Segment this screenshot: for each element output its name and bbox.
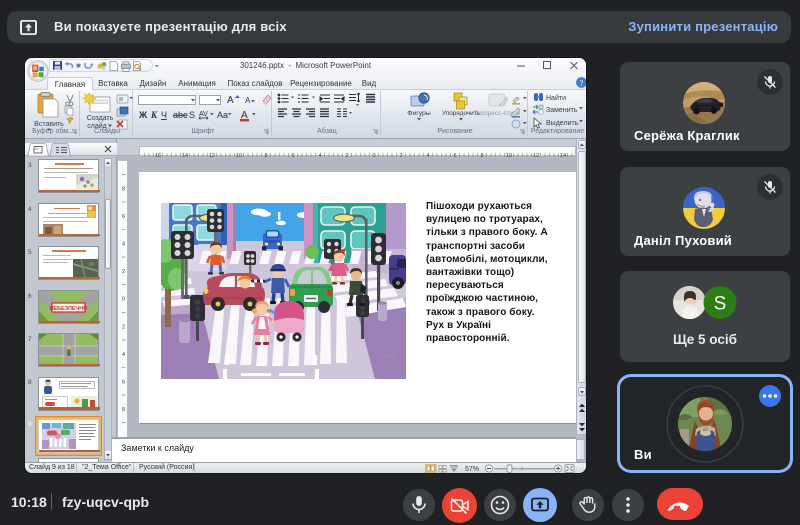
svg-text:Создать: Создать xyxy=(87,115,114,122)
svg-text:К: К xyxy=(150,110,158,120)
svg-text:6: 6 xyxy=(122,214,125,220)
svg-text:Заменить: Заменить xyxy=(546,107,578,114)
svg-text:8: 8 xyxy=(264,153,267,159)
svg-text:4: 4 xyxy=(318,153,321,159)
svg-text:8: 8 xyxy=(122,186,125,192)
svg-text:0: 0 xyxy=(122,297,125,303)
svg-text:A: A xyxy=(227,95,234,106)
svg-text:НЕБЕЗПЕЧНО: НЕБЕЗПЕЧНО xyxy=(50,306,88,312)
svg-text:Aa: Aa xyxy=(217,110,228,120)
svg-text:6: 6 xyxy=(122,380,125,386)
svg-text:2: 2 xyxy=(122,269,125,275)
svg-text:16: 16 xyxy=(155,153,161,159)
svg-text:2: 2 xyxy=(345,153,348,159)
svg-text:4: 4 xyxy=(122,352,125,358)
svg-text:6: 6 xyxy=(291,153,294,159)
svg-text:0: 0 xyxy=(372,153,375,159)
svg-text:S: S xyxy=(189,110,195,120)
svg-text:abc: abc xyxy=(173,110,188,120)
svg-text:Найти: Найти xyxy=(546,94,566,102)
svg-text:12: 12 xyxy=(209,153,215,159)
svg-text:Фигуры: Фигуры xyxy=(407,110,431,117)
svg-text:A: A xyxy=(245,96,251,105)
svg-text:8: 8 xyxy=(122,407,125,413)
svg-text:14: 14 xyxy=(560,153,566,159)
svg-text:4: 4 xyxy=(426,153,429,159)
svg-text:12: 12 xyxy=(533,153,539,159)
svg-text:8: 8 xyxy=(480,153,483,159)
svg-text:6: 6 xyxy=(453,153,456,159)
svg-text:4: 4 xyxy=(122,242,125,248)
svg-text:?: ? xyxy=(580,78,584,87)
svg-text:Ж: Ж xyxy=(138,110,148,120)
svg-text:Вставить: Вставить xyxy=(34,121,64,128)
svg-text:14: 14 xyxy=(182,153,188,159)
svg-text:2: 2 xyxy=(399,153,402,159)
svg-text:Выделить: Выделить xyxy=(546,120,579,127)
svg-text:S: S xyxy=(714,294,727,315)
svg-text:Ч: Ч xyxy=(161,110,167,120)
svg-text:10: 10 xyxy=(506,153,512,159)
svg-text:57%: 57% xyxy=(465,466,479,473)
svg-text:10: 10 xyxy=(236,153,242,159)
svg-text:2: 2 xyxy=(122,324,125,330)
